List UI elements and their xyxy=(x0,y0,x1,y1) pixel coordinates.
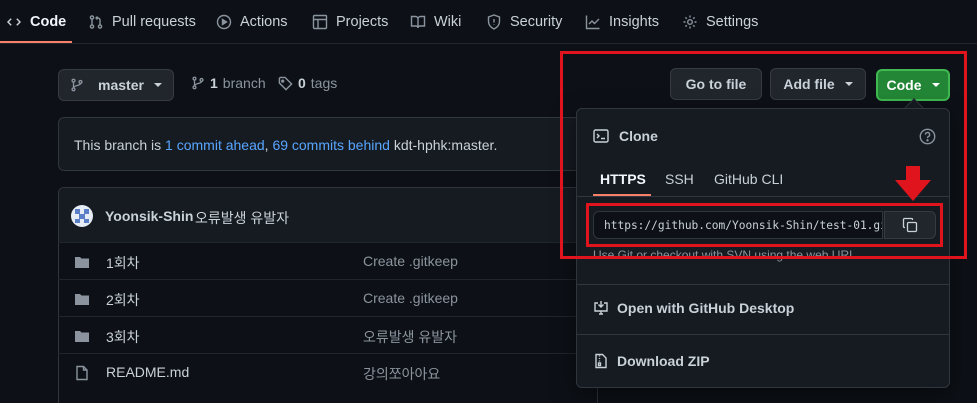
commits-ahead-link[interactable]: 1 commit ahead xyxy=(165,137,265,153)
file-zip-icon xyxy=(593,353,609,369)
tab-label: Security xyxy=(510,14,563,30)
highlight-box-url xyxy=(586,203,943,247)
branch-status-box: This branch is 1 commit ahead, 69 commit… xyxy=(58,117,598,171)
gear-icon xyxy=(682,14,698,30)
commits-behind-link[interactable]: 69 commits behind xyxy=(272,137,390,153)
folder-icon xyxy=(74,254,90,270)
commit-message[interactable]: 오류발생 유발자 xyxy=(195,208,289,228)
branch-count: 1 xyxy=(210,75,218,91)
file-name[interactable]: 2회차 xyxy=(106,290,140,310)
table-row[interactable]: README.md 강의쪼아아요 xyxy=(58,353,578,390)
tab-label: Projects xyxy=(336,14,389,30)
tab-actions[interactable]: Actions xyxy=(216,0,288,44)
tags-link[interactable]: 0 tags xyxy=(278,75,337,91)
pull-request-icon xyxy=(88,14,104,30)
download-zip-item[interactable]: Download ZIP xyxy=(593,353,710,369)
tab-code[interactable]: Code xyxy=(6,0,66,44)
chevron-down-icon xyxy=(153,83,162,87)
arrow-down-icon xyxy=(893,166,933,202)
file-commit-message[interactable]: 오류발생 유발자 xyxy=(363,327,457,347)
tab-label: Code xyxy=(30,14,67,30)
file-commit-message[interactable]: Create .gitkeep xyxy=(363,290,458,306)
file-name[interactable]: 1회차 xyxy=(106,253,140,273)
folder-icon xyxy=(74,328,90,344)
table-row[interactable]: 2회차 Create .gitkeep xyxy=(58,279,578,316)
tab-label: Actions xyxy=(240,14,288,30)
file-icon xyxy=(74,365,90,381)
tab-wiki[interactable]: Wiki xyxy=(410,0,461,44)
branch-status-text: This branch is 1 commit ahead, 69 commit… xyxy=(74,137,497,153)
folder-icon xyxy=(74,291,90,307)
branch-name: master xyxy=(98,77,144,93)
tag-count: 0 xyxy=(298,75,306,91)
active-tab-underline xyxy=(0,41,72,43)
desktop-download-icon xyxy=(593,300,609,316)
file-commit-message[interactable]: Create .gitkeep xyxy=(363,253,458,269)
avatar[interactable] xyxy=(71,205,93,227)
tag-label: tags xyxy=(310,75,338,91)
git-branch-icon xyxy=(191,76,205,90)
tag-icon xyxy=(278,76,293,91)
open-with-desktop-item[interactable]: Open with GitHub Desktop xyxy=(593,300,794,316)
repo-nav: Code Pull requests Actions Projects Wiki… xyxy=(0,0,977,44)
file-name[interactable]: 3회차 xyxy=(106,327,140,347)
tab-settings[interactable]: Settings xyxy=(682,0,758,44)
book-icon xyxy=(410,14,426,30)
tab-pull-requests[interactable]: Pull requests xyxy=(88,0,196,44)
tab-projects[interactable]: Projects xyxy=(312,0,388,44)
play-icon xyxy=(216,14,232,30)
file-commit-message[interactable]: 강의쪼아아요 xyxy=(363,364,440,384)
table-row[interactable]: 3회차 오류발생 유발자 xyxy=(58,316,578,353)
branch-label: branch xyxy=(222,75,266,91)
branch-select-button[interactable]: master xyxy=(58,69,174,101)
tab-label: Pull requests xyxy=(112,14,196,30)
open-with-desktop-label: Open with GitHub Desktop xyxy=(617,300,795,316)
graph-icon xyxy=(585,14,601,30)
branch-status-prefix: This branch is xyxy=(74,137,166,153)
tab-security[interactable]: Security xyxy=(486,0,562,44)
git-branch-icon xyxy=(70,78,84,92)
dropdown-divider xyxy=(577,334,949,335)
commit-author[interactable]: Yoonsik-Shin xyxy=(105,208,193,224)
tab-label: Insights xyxy=(609,14,659,30)
table-icon xyxy=(312,14,328,30)
dropdown-divider xyxy=(577,284,949,285)
download-zip-label: Download ZIP xyxy=(617,353,710,369)
branches-link[interactable]: 1 branch xyxy=(191,75,266,91)
shield-icon xyxy=(486,14,502,30)
file-name[interactable]: README.md xyxy=(106,364,189,380)
table-row[interactable]: 1회차 Create .gitkeep xyxy=(58,242,578,279)
latest-commit-header: Yoonsik-Shin 오류발생 유발자 xyxy=(59,188,597,243)
tab-insights[interactable]: Insights xyxy=(585,0,659,44)
branch-status-suffix: kdt-hphk:master. xyxy=(389,137,498,153)
tab-label: Settings xyxy=(706,14,759,30)
code-icon xyxy=(6,14,22,30)
tab-label: Wiki xyxy=(434,14,462,30)
